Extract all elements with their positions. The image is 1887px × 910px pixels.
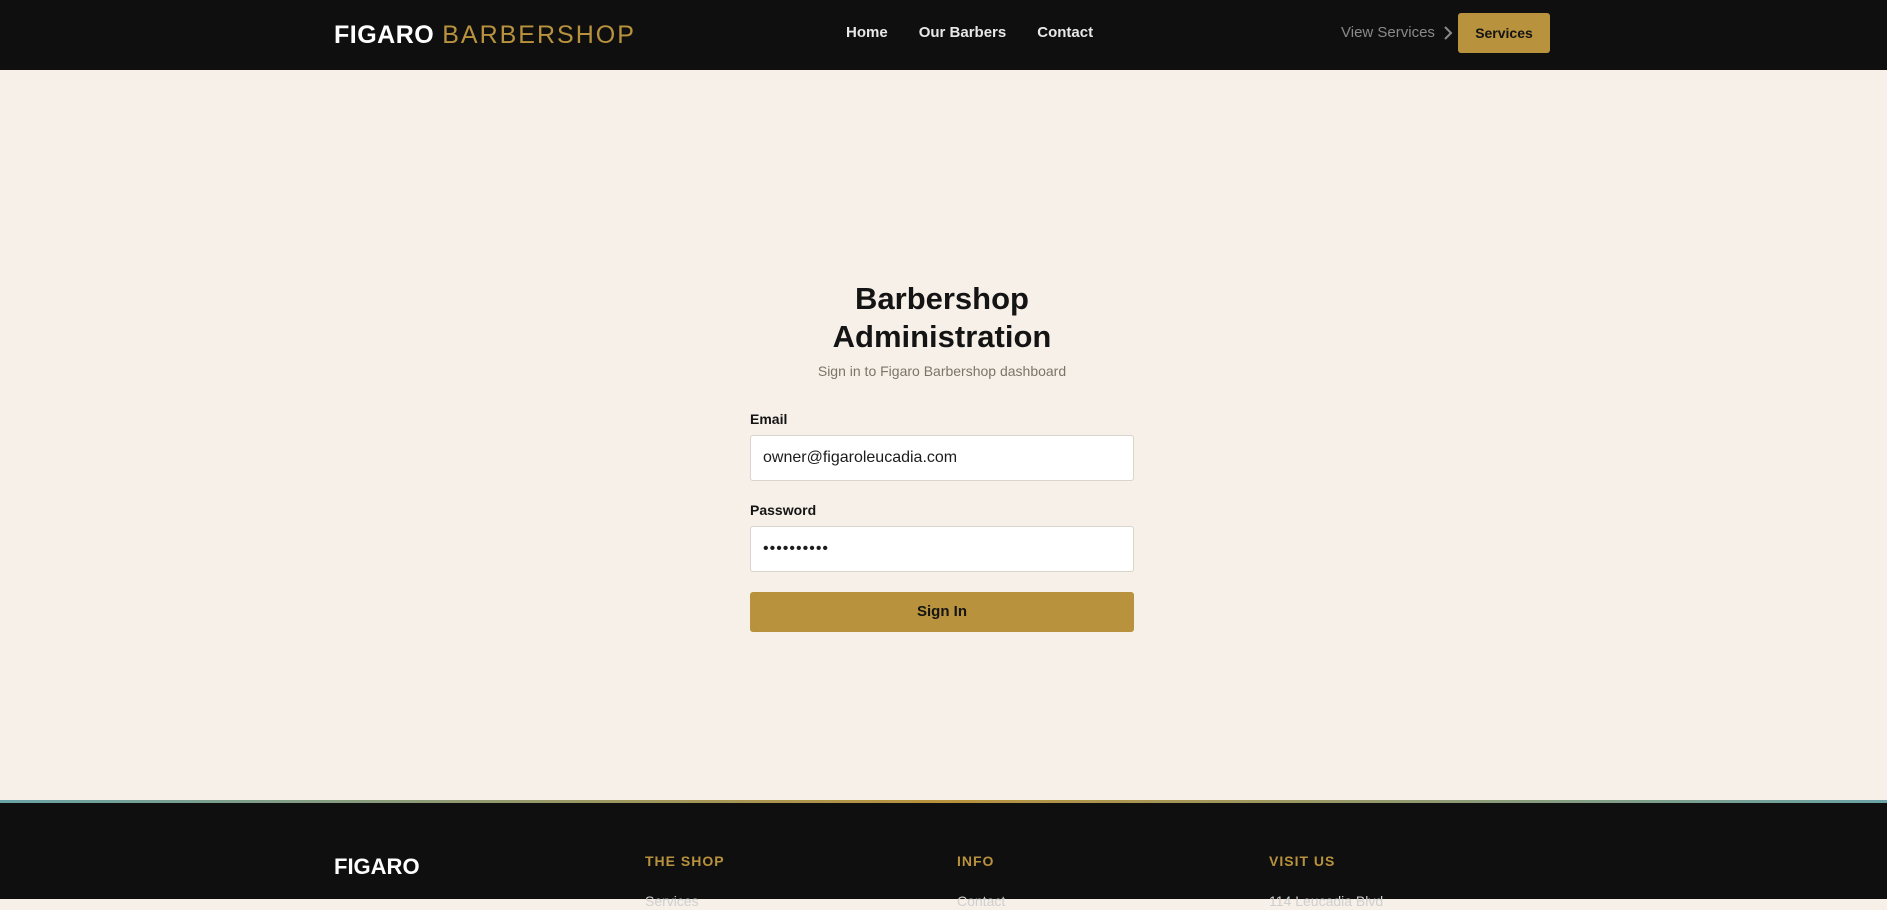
sign-in-button[interactable]: Sign In <box>750 592 1134 632</box>
email-label: Email <box>750 411 788 427</box>
site-footer: FIGARO THE SHOP Services INFO Contact VI… <box>0 803 1887 909</box>
password-field[interactable]: •••••••••• <box>750 526 1134 572</box>
top-navbar: FIGARO BARBERSHOP Home Our Barbers Contac… <box>0 0 1887 70</box>
footer-logo: FIGARO <box>334 854 420 879</box>
footer-column-visit: VISIT US 114 Leucadia Blvd <box>1269 852 1383 910</box>
footer-column-info: INFO Contact <box>957 852 1005 910</box>
main-content: Barbershop Administration Sign in to Fig… <box>0 70 1887 800</box>
login-form: Barbershop Administration Sign in to Fig… <box>750 280 1134 632</box>
brand-logo-light: BARBERSHOP <box>442 21 636 49</box>
footer-column-shop: THE SHOP Services <box>645 852 725 910</box>
nav-our-barbers-link[interactable]: Our Barbers <box>919 23 1007 43</box>
footer-link-services[interactable]: Services <box>645 892 725 910</box>
main-nav: Home Our Barbers Contact <box>846 23 1093 43</box>
footer-link-contact[interactable]: Contact <box>957 892 1005 910</box>
view-services-link[interactable]: View Services <box>1341 23 1453 43</box>
page-subtitle: Sign in to Figaro Barbershop dashboard <box>817 363 1067 379</box>
page-title: Barbershop Administration <box>832 281 1052 354</box>
footer-heading-info: INFO <box>957 853 995 869</box>
footer-heading-shop: THE SHOP <box>645 853 725 869</box>
nav-contact-link[interactable]: Contact <box>1037 23 1093 43</box>
chevron-right-icon <box>1444 26 1453 40</box>
brand-logo-strong: FIGARO <box>334 21 435 49</box>
footer-heading-visit: VISIT US <box>1269 853 1336 869</box>
footer-address: 114 Leucadia Blvd <box>1269 893 1384 909</box>
view-services-label: View Services <box>1341 24 1435 41</box>
email-field[interactable]: owner@figaroleucadia.com <box>750 435 1134 481</box>
password-label: Password <box>750 502 817 518</box>
nav-home-link[interactable]: Home <box>846 23 888 43</box>
brand-logo[interactable]: FIGARO BARBERSHOP <box>334 20 636 50</box>
services-button[interactable]: Services <box>1458 13 1550 53</box>
